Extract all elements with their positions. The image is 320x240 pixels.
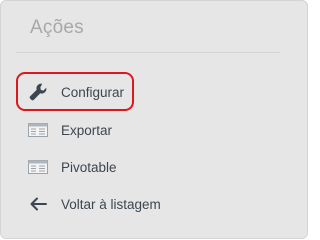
- spreadsheet-icon: [28, 120, 54, 140]
- actions-panel: Ações Configurar Exportar Pivotable Volt…: [0, 0, 308, 239]
- action-label: Configurar: [61, 84, 125, 100]
- action-voltar-listagem[interactable]: Voltar à listagem: [23, 189, 223, 219]
- action-label: Pivotable: [61, 159, 117, 175]
- action-exportar[interactable]: Exportar: [23, 115, 223, 145]
- spreadsheet-icon: [28, 157, 54, 177]
- action-configurar[interactable]: Configurar: [23, 77, 223, 107]
- wrench-icon: [28, 82, 54, 102]
- action-label: Voltar à listagem: [61, 196, 161, 212]
- arrow-left-icon: [28, 194, 54, 214]
- panel-title: Ações: [30, 17, 84, 38]
- divider: [16, 52, 280, 53]
- action-label: Exportar: [61, 122, 113, 138]
- action-pivotable[interactable]: Pivotable: [23, 152, 223, 182]
